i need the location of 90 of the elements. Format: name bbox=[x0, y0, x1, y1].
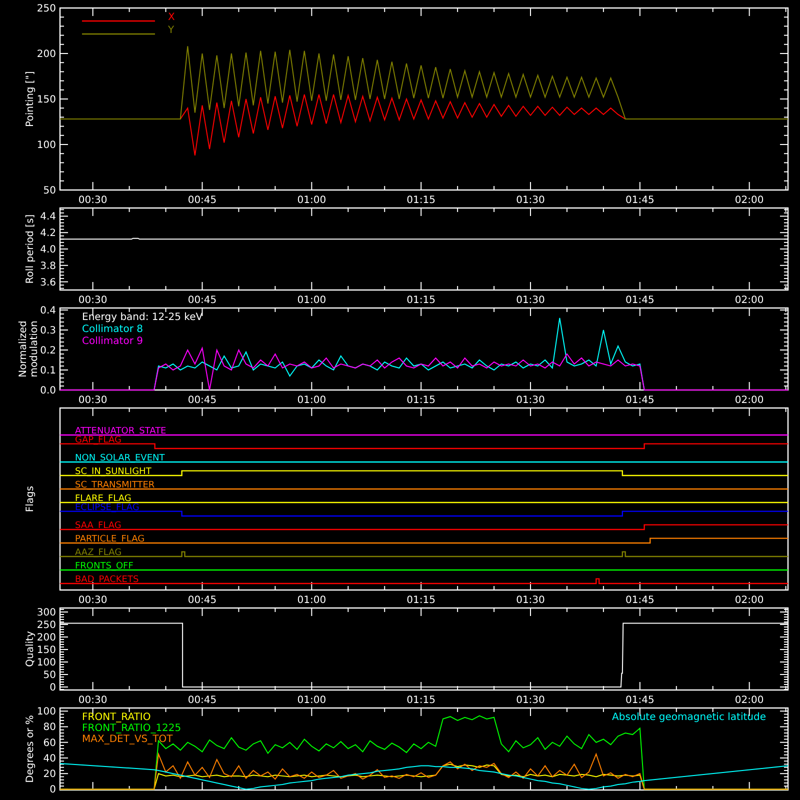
tick-label: 150 bbox=[36, 94, 56, 106]
legend-label: Collimator 8 bbox=[82, 324, 143, 335]
tick-label: 01:00 bbox=[297, 395, 326, 406]
tick-label: 00:45 bbox=[188, 695, 217, 704]
flag-label: BAD_PACKETS bbox=[75, 575, 139, 585]
tick-label: 200 bbox=[36, 632, 56, 644]
tick-label: 01:45 bbox=[626, 595, 654, 604]
tick-label: 250 bbox=[36, 620, 56, 631]
tick-label: 60 bbox=[43, 738, 56, 749]
flag-label: GAP_FLAG bbox=[75, 435, 122, 446]
tick-label: 100 bbox=[36, 706, 56, 718]
tick-label: 4.0 bbox=[40, 244, 56, 256]
axis-title: Degrees or % bbox=[25, 715, 36, 783]
tick-label: 0 bbox=[50, 784, 56, 796]
tick-label: 0.3 bbox=[40, 326, 56, 336]
tick-label: 0.0 bbox=[40, 386, 56, 396]
tick-label: 100 bbox=[36, 140, 56, 151]
tick-label: 01:15 bbox=[406, 695, 436, 704]
tick-label: 01:30 bbox=[516, 295, 545, 306]
tick-label: 00:30 bbox=[78, 295, 108, 306]
tick-label: 01:15 bbox=[406, 195, 436, 206]
tick-label: 01:30 bbox=[516, 595, 545, 604]
axis-title: Quality bbox=[25, 631, 36, 667]
legend-label: X bbox=[168, 12, 175, 23]
axis-title: Pointing ["] bbox=[25, 71, 36, 127]
chart-annotation: Energy band: 12-25 keV bbox=[82, 312, 203, 323]
tick-label: 01:15 bbox=[406, 295, 436, 306]
tick-label: 02:00 bbox=[734, 195, 764, 206]
tick-label: 50 bbox=[43, 186, 56, 196]
tick-label: 80 bbox=[43, 722, 56, 734]
tick-label: 01:30 bbox=[516, 395, 545, 406]
tick-label: 01:00 bbox=[297, 295, 326, 306]
tick-label: 100 bbox=[36, 658, 56, 668]
flag-label: FRONTS_OFF bbox=[75, 562, 134, 572]
tick-label: 0.2 bbox=[40, 346, 56, 356]
tick-label: 00:30 bbox=[78, 595, 108, 604]
tick-label: 01:00 bbox=[297, 595, 326, 604]
flag-label: AAZ_FLAG bbox=[75, 548, 122, 558]
tick-label: 4.2 bbox=[40, 228, 56, 240]
tick-label: 0.4 bbox=[40, 306, 56, 316]
flag-label: ECLIPSE_FLAG bbox=[75, 502, 140, 513]
legend-label: MAX_DET_VS_TOT bbox=[82, 734, 173, 745]
flag-label: SC_TRANSMITTER bbox=[75, 480, 155, 490]
legend-label: Y bbox=[168, 25, 174, 36]
tick-label: 01:15 bbox=[406, 395, 436, 406]
tick-label: 250 bbox=[36, 4, 56, 14]
axis-title: Flags bbox=[25, 486, 36, 512]
flag-label: FLARE_FLAG bbox=[75, 494, 132, 504]
tick-label: 0 bbox=[50, 682, 56, 694]
tick-label: 00:45 bbox=[188, 395, 217, 406]
tick-label: 01:45 bbox=[626, 695, 654, 704]
tick-label: 0.1 bbox=[40, 366, 56, 376]
tick-label: 3.6 bbox=[40, 277, 56, 288]
tick-label: 01:45 bbox=[626, 195, 654, 206]
flag-label: ATTENUATOR_STATE bbox=[75, 426, 166, 436]
tick-label: 00:30 bbox=[78, 395, 108, 406]
axis-title: Normalized modulation bbox=[18, 320, 40, 378]
tick-label: 20 bbox=[43, 769, 56, 780]
axis-title: Roll period [s] bbox=[25, 214, 36, 284]
tick-label: 300 bbox=[36, 608, 56, 618]
legend-label: Absolute geomagnetic latitude bbox=[612, 712, 766, 723]
tick-label: 00:45 bbox=[188, 295, 217, 306]
tick-label: 00:45 bbox=[188, 195, 217, 206]
tick-label: 01:00 bbox=[297, 695, 326, 704]
tick-label: 40 bbox=[43, 753, 56, 764]
tick-label: 01:45 bbox=[626, 295, 654, 306]
tick-label: 50 bbox=[43, 670, 56, 681]
legend-label: FRONT_RATIO_1225 bbox=[82, 723, 182, 734]
tick-label: 02:00 bbox=[734, 395, 764, 406]
flag-label: NON_SOLAR_EVENT bbox=[75, 454, 165, 464]
tick-label: 01:45 bbox=[626, 395, 654, 406]
tick-label: 00:45 bbox=[188, 595, 217, 604]
flag-label: SAA_FLAG bbox=[75, 521, 122, 531]
flag-label: SC_IN_SUNLIGHT bbox=[75, 467, 152, 477]
tick-label: 02:00 bbox=[734, 595, 764, 604]
tick-label: 01:30 bbox=[516, 695, 545, 704]
legend-label: Collimator 9 bbox=[82, 336, 143, 347]
tick-label: 02:00 bbox=[734, 295, 764, 306]
tick-label: 01:30 bbox=[516, 195, 545, 206]
tick-label: 01:00 bbox=[297, 195, 326, 206]
flag-label: PARTICLE_FLAG bbox=[75, 534, 145, 544]
tick-label: 150 bbox=[36, 645, 56, 656]
tick-label: 4.4 bbox=[40, 212, 56, 223]
tick-label: 00:30 bbox=[78, 195, 108, 206]
tick-label: 02:00 bbox=[734, 695, 764, 704]
tick-label: 01:15 bbox=[406, 595, 436, 604]
tick-label: 3.8 bbox=[40, 260, 56, 272]
tick-label: 00:30 bbox=[78, 695, 108, 704]
tick-label: 200 bbox=[36, 49, 56, 60]
legend-label: FRONT_RATIO bbox=[82, 712, 151, 723]
